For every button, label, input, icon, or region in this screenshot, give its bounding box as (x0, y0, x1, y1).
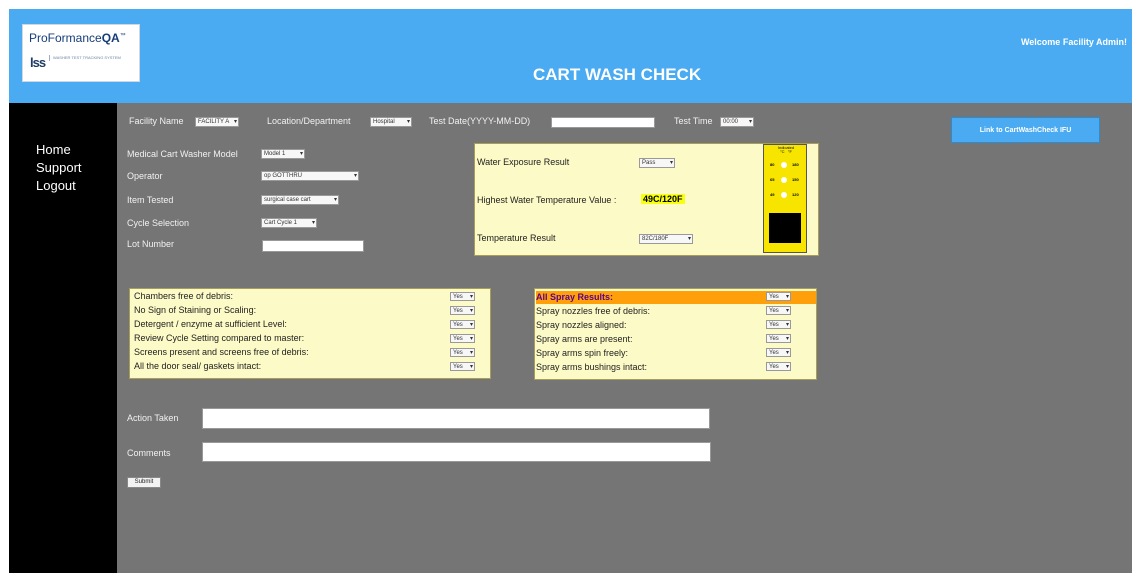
welcome-text: Welcome Facility Admin! (1020, 37, 1127, 47)
gauge-dot-icon (781, 162, 787, 168)
spray-all-results-row: All Spray Results: Yes (536, 291, 816, 304)
ifu-link-button[interactable]: Link to CartWashCheck IFU (951, 117, 1100, 143)
lot-number-input[interactable] (262, 240, 364, 252)
test-date-label: Test Date(YYYY-MM-DD) (429, 116, 531, 126)
highest-temp-value: 49C/120F (641, 194, 685, 204)
checklist-select[interactable]: Yes (450, 348, 475, 357)
location-label: Location/Department (267, 116, 351, 126)
submit-button[interactable]: Submit (127, 477, 161, 488)
spray-panel: All Spray Results: Yes Spray nozzles fre… (534, 288, 817, 380)
checklist-panel: Chambers free of debris: Yes No Sign of … (129, 288, 491, 379)
header-bar: ProFormanceQA™ lss WASHER TEST TRACKING … (9, 9, 1132, 103)
logo-mark: lss (30, 55, 46, 70)
action-taken-label: Action Taken (127, 413, 179, 423)
item-select[interactable]: surgical case cart (261, 195, 339, 205)
action-taken-input[interactable] (202, 408, 710, 429)
test-time-label: Test Time (674, 116, 713, 126)
checklist-select[interactable]: Yes (450, 320, 475, 329)
item-label: Item Tested (127, 195, 174, 205)
checklist-row: Screens present and screens free of debr… (134, 346, 488, 360)
temperature-gauge: Indicated °C °F 80 180 65 150 49 120 (763, 144, 807, 253)
nav-home[interactable]: Home (36, 142, 71, 157)
model-select[interactable]: Model 1 (261, 149, 305, 159)
logo-subtitle: WASHER TEST TRACKING SYSTEM (49, 55, 137, 61)
temp-result-select[interactable]: 82C/180F (639, 234, 693, 244)
gauge-row: 65 150 (770, 177, 799, 183)
checklist-select[interactable]: Yes (450, 334, 475, 343)
operator-label: Operator (127, 171, 163, 181)
nav-support[interactable]: Support (36, 160, 82, 175)
spray-select[interactable]: Yes (766, 306, 791, 315)
location-select[interactable]: Hospital (370, 117, 412, 127)
operator-select[interactable]: op GOTTHRU (261, 171, 359, 181)
nav-logout[interactable]: Logout (36, 178, 76, 193)
lot-label: Lot Number (127, 239, 175, 249)
water-exposure-label: Water Exposure Result (477, 157, 570, 167)
spray-row: Spray arms spin freely: Yes (536, 347, 816, 360)
spray-row: Spray nozzles aligned: Yes (536, 319, 816, 332)
spray-row: Spray arms bushings intact: Yes (536, 361, 816, 374)
comments-input[interactable] (202, 442, 711, 462)
spray-select[interactable]: Yes (766, 348, 791, 357)
logo: ProFormanceQA™ lss WASHER TEST TRACKING … (22, 24, 140, 82)
temp-result-label: Temperature Result (477, 233, 556, 243)
indicator-swatch (769, 213, 801, 243)
water-result-panel: Water Exposure Result Pass Highest Water… (474, 143, 819, 256)
facility-select[interactable]: FACILITY A (195, 117, 239, 127)
cycle-label: Cycle Selection (127, 218, 190, 228)
model-label: Medical Cart Washer Model (127, 149, 238, 159)
sidebar: Home Support Logout (9, 103, 117, 573)
checklist-select[interactable]: Yes (450, 362, 475, 371)
spray-select[interactable]: Yes (766, 334, 791, 343)
comments-label: Comments (127, 448, 171, 458)
water-exposure-select[interactable]: Pass (639, 158, 675, 168)
app-frame: ProFormanceQA™ lss WASHER TEST TRACKING … (9, 9, 1132, 573)
spray-row: Spray arms are present: Yes (536, 333, 816, 346)
spray-all-select[interactable]: Yes (766, 292, 791, 301)
highest-temp-label: Highest Water Temperature Value : (477, 195, 617, 205)
test-time-select[interactable]: 00:00 (720, 117, 754, 127)
gauge-dot-icon (781, 192, 787, 198)
spray-select[interactable]: Yes (766, 362, 791, 371)
checklist-select[interactable]: Yes (450, 292, 475, 301)
page-title: CART WASH CHECK (533, 65, 702, 84)
gauge-header: Indicated °C °F (777, 145, 795, 154)
gauge-row: 49 120 (770, 192, 799, 198)
gauge-row: 80 180 (770, 162, 799, 168)
checklist-row: No Sign of Staining or Scaling: Yes (134, 304, 488, 318)
test-date-input[interactable] (551, 117, 655, 128)
facility-label: Facility Name (129, 116, 184, 126)
checklist-row: Chambers free of debris: Yes (134, 290, 488, 304)
logo-brand: ProFormanceQA™ (29, 31, 126, 45)
gauge-dot-icon (781, 177, 787, 183)
checklist-select[interactable]: Yes (450, 306, 475, 315)
checklist-row: Detergent / enzyme at sufficient Level: … (134, 318, 488, 332)
checklist-row: Review Cycle Setting compared to master:… (134, 332, 488, 346)
spray-select[interactable]: Yes (766, 320, 791, 329)
spray-row: Spray nozzles free of debris: Yes (536, 305, 816, 318)
checklist-row: All the door seal/ gaskets intact: Yes (134, 360, 488, 374)
cycle-select[interactable]: Cart Cycle 1 (261, 218, 317, 228)
